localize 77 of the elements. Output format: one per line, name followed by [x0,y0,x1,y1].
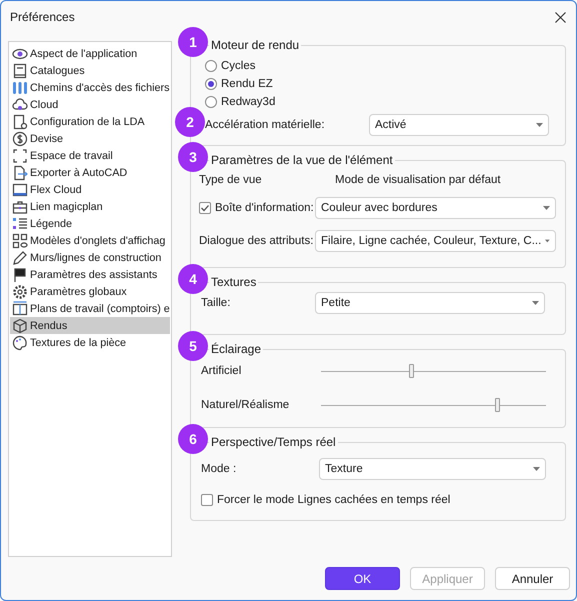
dropdown-caret-icon [532,301,539,305]
palette-icon [12,334,28,350]
field-label: Accélération matérielle: [205,119,326,131]
dropdown-caret-icon [545,239,550,243]
radio-option[interactable]: Cycles [205,60,256,72]
category-item[interactable]: Catalogues [10,62,170,79]
flag-icon [12,266,28,282]
step-badge: 4 [178,264,208,294]
dropdown[interactable]: Filaire, Ligne cachée, Couleur, Texture, C... [315,230,556,252]
category-item[interactable]: Paramètres globaux [10,283,170,300]
radio-option[interactable]: Rendu EZ [205,78,273,90]
category-item[interactable]: Chemins d'accès des fichiers [10,79,170,96]
dialog-button[interactable]: OK [325,567,400,590]
window-title: Préférences [10,10,75,24]
category-item[interactable]: Espace de travail [10,147,170,164]
cube-icon [12,318,28,334]
group-title: Éclairage [209,342,264,356]
slider-label: Naturel/Réalisme [201,399,290,411]
group-title: Textures [209,275,258,289]
close-icon[interactable] [555,12,566,22]
category-item[interactable]: Textures de la pièce [10,334,170,351]
category-item[interactable]: Devise [10,130,170,147]
dropdown-caret-icon [543,206,550,210]
gear-icon [12,284,28,300]
frame-corners-icon [12,148,28,164]
category-item[interactable]: Modèles d'onglets d'affichag [10,232,170,249]
slider-label: Artificiel [201,365,242,377]
checkmark-icon [200,203,210,213]
group-title: Moteur de rendu [209,38,302,52]
bars-icon [12,80,28,96]
list-icon [12,216,28,232]
category-item[interactable]: Murs/lignes de construction [10,249,170,266]
column-heading: Type de vue [199,174,263,186]
category-item[interactable]: Plans de travail (comptoirs) e [10,300,170,317]
field-label: Mode : [201,463,238,475]
step-badge: 3 [178,142,208,172]
group-title: Perspective/Temps réel [209,435,338,449]
checkbox[interactable]: Forcer le mode Lignes cachées en temps réel [201,494,450,506]
radio-option[interactable]: Redway3d [205,96,276,108]
export-icon [12,164,28,180]
cloud-icon [12,96,28,112]
category-item[interactable]: Aspect de l'application [10,45,170,62]
column-heading: Mode de visualisation par défaut [335,174,501,186]
field-label: Taille: [201,297,232,309]
step-badge: 1 [178,27,208,57]
pencil-icon [12,250,28,266]
field-label: Dialogue des attributs: [199,235,314,247]
category-item[interactable]: Paramètres des assistants [10,266,170,283]
window-icon [12,182,28,198]
grid-icon [12,232,28,248]
dropdown[interactable]: Couleur avec bordures [315,197,556,219]
category-item[interactable]: Légende [10,215,170,232]
briefcase-icon [12,198,28,214]
dropdown-caret-icon [536,123,543,127]
checkbox[interactable]: Boîte d'information: [199,202,314,214]
dialog-button[interactable]: Annuler [495,567,570,590]
category-item[interactable]: Lien magicplan [10,198,170,215]
category-item[interactable]: Configuration de la LDA [10,113,170,130]
slider-thumb[interactable] [409,364,414,378]
panel-icon [12,300,28,316]
category-item[interactable]: Flex Cloud [10,181,170,198]
dropdown[interactable]: Activé [369,114,549,136]
slider[interactable] [321,364,546,378]
slider[interactable] [321,398,546,412]
dollar-icon [12,130,28,146]
step-badge: 6 [178,424,208,454]
step-badge: 2 [175,107,205,137]
category-item[interactable]: Exporter à AutoCAD [10,164,170,181]
dropdown-caret-icon [533,467,540,471]
category-item[interactable]: Rendus [10,317,170,334]
group-title: Paramètres de la vue de l'élément [209,153,395,167]
step-badge: 5 [178,331,208,361]
book-icon [12,62,28,78]
category-item[interactable]: Cloud [10,96,170,113]
dropdown[interactable]: Texture [319,458,546,480]
dropdown[interactable]: Petite [315,292,545,314]
slider-thumb[interactable] [494,398,500,412]
